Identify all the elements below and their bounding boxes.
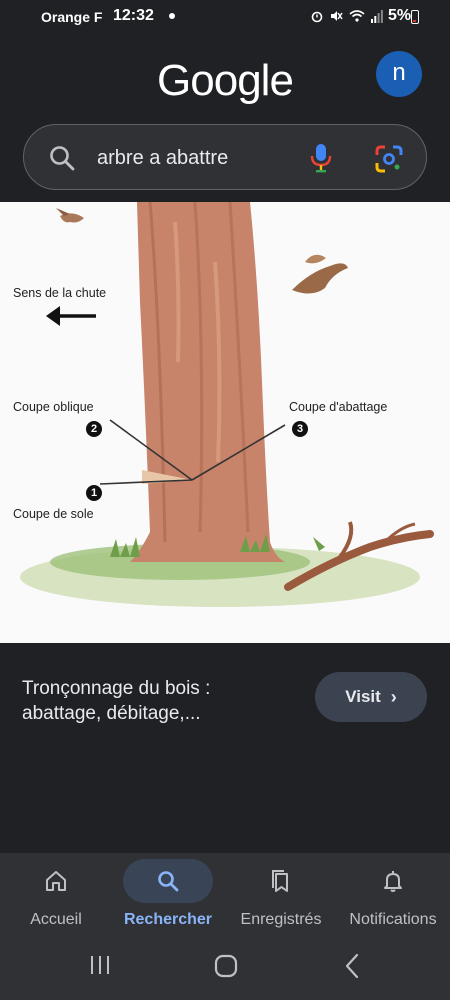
chevron-right-icon: › — [390, 686, 397, 707]
search-input[interactable]: arbre a abattre — [97, 147, 228, 170]
nav-label-notifications: Notifications — [349, 911, 437, 928]
nav-item-enregistres[interactable]: Enregistrés — [225, 853, 337, 945]
sole-cut-label: Coupe de sole — [13, 507, 94, 521]
system-navigation-bar — [0, 942, 450, 990]
battery-percent: 5% — [388, 7, 412, 24]
result-image[interactable]: Sens de la chute Coupe oblique Coupe d'a… — [0, 202, 450, 643]
back-icon[interactable] — [343, 953, 361, 979]
google-lens-icon[interactable] — [374, 144, 404, 174]
home-button-icon[interactable] — [214, 954, 238, 978]
clock: 12:32 — [113, 7, 154, 24]
bell-icon — [384, 871, 402, 892]
search-icon — [50, 146, 75, 171]
account-avatar[interactable]: n — [376, 51, 422, 97]
tree-felling-diagram — [20, 202, 434, 607]
battery-icon — [411, 10, 419, 24]
nav-item-rechercher[interactable]: Rechercher — [112, 853, 224, 945]
search-bar[interactable]: arbre a abattre — [23, 124, 427, 190]
system-icons — [311, 9, 383, 23]
alarm-icon — [311, 11, 323, 23]
nav-icon-container-active — [123, 859, 213, 903]
status-bar: Orange F 12:32 5% — [0, 0, 450, 34]
nav-label-enregistres: Enregistrés — [240, 911, 322, 928]
signal-icon — [371, 10, 383, 23]
badge-2: 2 — [86, 421, 102, 437]
result-title[interactable]: Tronçonnage du bois : abattage, débitage… — [22, 676, 292, 726]
badge-3: 3 — [292, 421, 308, 437]
microphone-icon[interactable] — [307, 142, 335, 174]
mute-icon — [331, 11, 343, 21]
nav-label-accueil: Accueil — [30, 911, 82, 928]
visit-label: Visit — [345, 687, 381, 706]
visit-button[interactable]: Visit › — [315, 672, 427, 722]
nav-icon-container — [11, 859, 101, 903]
wifi-icon — [349, 10, 365, 22]
nav-icon-container — [348, 859, 438, 903]
oblique-cut-label: Coupe oblique — [13, 400, 94, 414]
search-icon — [158, 871, 179, 892]
felling-cut-label: Coupe d'abattage — [289, 400, 388, 414]
bookmarks-icon — [272, 870, 288, 892]
nav-label-rechercher: Rechercher — [123, 911, 213, 928]
badge-1: 1 — [86, 485, 102, 501]
fall-direction-label: Sens de la chute — [13, 286, 107, 300]
nav-item-notifications[interactable]: Notifications — [337, 853, 449, 945]
home-icon — [46, 871, 66, 891]
notification-dot-icon — [169, 13, 175, 19]
nav-item-accueil[interactable]: Accueil — [0, 853, 112, 945]
recent-apps-icon[interactable] — [88, 954, 112, 976]
carrier-name: Orange F — [41, 9, 103, 25]
nav-icon-container — [236, 859, 326, 903]
